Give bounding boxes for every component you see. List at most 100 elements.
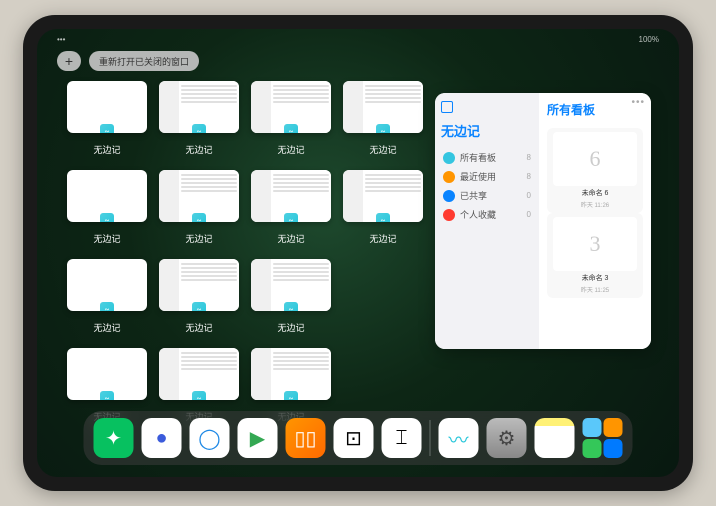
window-label: 无边记 bbox=[277, 143, 304, 156]
window-label: 无边记 bbox=[277, 321, 304, 334]
board-card[interactable]: 3 未命名 3 昨天 11:25 bbox=[547, 213, 643, 298]
window-preview: ~ bbox=[67, 170, 147, 222]
panel-sidebar-item[interactable]: 所有看板 8 bbox=[441, 148, 533, 167]
panel-item-count: 0 bbox=[527, 191, 531, 200]
reopen-closed-window-button[interactable]: 重新打开已关闭的窗口 bbox=[89, 51, 199, 71]
board-time: 昨天 11:25 bbox=[581, 285, 609, 294]
board-card[interactable]: 6 未命名 6 昨天 11:26 bbox=[547, 128, 643, 213]
dice-icon: ⊡ bbox=[345, 426, 362, 451]
panel-main-title: 所有看板 bbox=[547, 101, 643, 118]
panel-item-label: 最近使用 bbox=[460, 170, 496, 183]
window-thumbnail[interactable]: ~ 无边记 bbox=[159, 259, 239, 334]
window-preview: ~ bbox=[67, 259, 147, 311]
dock-app-notes[interactable] bbox=[535, 418, 575, 458]
panel-menu-button[interactable]: ••• bbox=[631, 97, 645, 108]
panel-item-label: 所有看板 bbox=[460, 151, 496, 164]
quark-icon: ● bbox=[155, 427, 167, 450]
status-battery: 100% bbox=[639, 35, 659, 49]
window-preview: ~ bbox=[159, 81, 239, 133]
top-controls: + 重新打开已关闭的窗口 bbox=[57, 51, 199, 71]
window-preview: ~ bbox=[251, 259, 331, 311]
dock-app-qqbrowser[interactable]: ◯ bbox=[190, 418, 230, 458]
panel-sidebar: 无边记 所有看板 8 最近使用 8 已共享 0 个人收藏 0 bbox=[435, 93, 539, 349]
panel-item-count: 8 bbox=[527, 172, 531, 181]
freeform-app-icon: ~ bbox=[191, 390, 207, 400]
freeform-app-icon: ~ bbox=[191, 301, 207, 311]
panel-item-list: 所有看板 8 最近使用 8 已共享 0 个人收藏 0 bbox=[441, 148, 533, 224]
dock-app-dice[interactable]: ⊡ bbox=[334, 418, 374, 458]
stack-mini-icon bbox=[583, 418, 602, 437]
board-preview: 3 bbox=[553, 217, 637, 271]
window-thumbnail[interactable]: ~ 无边记 bbox=[251, 259, 331, 334]
new-window-button[interactable]: + bbox=[57, 51, 81, 71]
sidebar-toggle-icon[interactable] bbox=[441, 101, 453, 113]
status-bar: ••• 100% bbox=[37, 35, 679, 49]
panel-sidebar-item[interactable]: 个人收藏 0 bbox=[441, 205, 533, 224]
window-preview: ~ bbox=[67, 348, 147, 400]
dock-app-quark[interactable]: ● bbox=[142, 418, 182, 458]
dock-separator bbox=[430, 420, 431, 456]
window-thumbnail[interactable]: ~ 无边记 bbox=[67, 170, 147, 245]
window-thumbnail[interactable]: ~无边记 bbox=[343, 170, 423, 245]
ipad-device: ••• 100% + 重新打开已关闭的窗口 ~ 无边记 ~ 无边记 ~ 无边记 ~ 无边记 ~ 无… bbox=[23, 15, 693, 491]
stack-mini-icon bbox=[604, 418, 623, 437]
freeform-app-icon: ~ bbox=[283, 301, 299, 311]
panel-sidebar-header bbox=[441, 101, 533, 113]
freeform-app-icon: ~ bbox=[283, 123, 299, 133]
window-label: 无边记 bbox=[369, 143, 396, 156]
settings-icon: ⚙ bbox=[498, 426, 516, 451]
freeform-app-icon: ~ bbox=[99, 301, 115, 311]
window-label: 无边记 bbox=[185, 321, 212, 334]
window-thumbnail[interactable]: ~ 无边记 bbox=[159, 81, 239, 156]
freeform-app-icon: ~ bbox=[99, 390, 115, 400]
freeform-panel: 无边记 所有看板 8 最近使用 8 已共享 0 个人收藏 0 ••• 所有看板 … bbox=[435, 93, 651, 349]
panel-item-count: 8 bbox=[527, 153, 531, 162]
window-preview: ~ bbox=[159, 259, 239, 311]
window-preview: ~ bbox=[343, 81, 423, 133]
window-preview: ~ bbox=[251, 170, 331, 222]
board-name: 未命名 3 bbox=[582, 273, 609, 283]
window-label: 无边记 bbox=[185, 143, 212, 156]
category-icon bbox=[443, 152, 455, 164]
window-thumbnail[interactable]: ~ 无边记 bbox=[251, 170, 331, 245]
freeform-app-icon: ~ bbox=[283, 390, 299, 400]
window-thumbnail[interactable]: ~ 无边记 bbox=[251, 81, 331, 156]
screen: ••• 100% + 重新打开已关闭的窗口 ~ 无边记 ~ 无边记 ~ 无边记 ~ 无边记 ~ 无… bbox=[37, 29, 679, 477]
dock-app-connect[interactable]: ⌶ bbox=[382, 418, 422, 458]
window-thumbnail[interactable]: ~ 无边记 bbox=[343, 81, 423, 156]
freeform-icon: 〰 bbox=[449, 424, 469, 453]
window-preview: ~ bbox=[159, 170, 239, 222]
window-label: 无边记 bbox=[277, 232, 304, 245]
freeform-app-icon: ~ bbox=[283, 212, 299, 222]
category-icon bbox=[443, 171, 455, 183]
panel-item-label: 已共享 bbox=[460, 189, 487, 202]
board-preview: 6 bbox=[553, 132, 637, 186]
category-icon bbox=[443, 190, 455, 202]
window-thumbnail[interactable]: ~无边记 bbox=[159, 170, 239, 245]
panel-sidebar-item[interactable]: 已共享 0 bbox=[441, 186, 533, 205]
dock-app-play[interactable]: ▶ bbox=[238, 418, 278, 458]
window-thumbnail[interactable]: ~无边记 bbox=[67, 81, 147, 156]
window-thumbnail[interactable]: ~无边记 bbox=[67, 259, 147, 334]
window-preview: ~ bbox=[251, 81, 331, 133]
dock-app-settings[interactable]: ⚙ bbox=[487, 418, 527, 458]
board-name: 未命名 6 bbox=[582, 188, 609, 198]
books-icon: ▯▯ bbox=[294, 426, 316, 451]
panel-sidebar-item[interactable]: 最近使用 8 bbox=[441, 167, 533, 186]
dock-app-books[interactable]: ▯▯ bbox=[286, 418, 326, 458]
window-label: 无边记 bbox=[93, 232, 120, 245]
dock-app-freeform[interactable]: 〰 bbox=[439, 418, 479, 458]
dock-app-library[interactable] bbox=[583, 418, 623, 458]
freeform-app-icon: ~ bbox=[375, 123, 391, 133]
window-preview: ~ bbox=[67, 81, 147, 133]
connect-icon: ⌶ bbox=[396, 427, 408, 450]
category-icon bbox=[443, 209, 455, 221]
status-signal: ••• bbox=[57, 35, 65, 49]
window-preview: ~ bbox=[251, 348, 331, 400]
app-expose-grid: ~无边记~无边记~无边记~无边记~无边记~无边记~无边记~无边记~无边记~无边记… bbox=[67, 81, 437, 423]
panel-item-label: 个人收藏 bbox=[460, 208, 496, 221]
freeform-app-icon: ~ bbox=[99, 123, 115, 133]
dock-app-wechat[interactable]: ✦ bbox=[94, 418, 134, 458]
window-preview: ~ bbox=[159, 348, 239, 400]
qqbrowser-icon: ◯ bbox=[198, 426, 220, 451]
